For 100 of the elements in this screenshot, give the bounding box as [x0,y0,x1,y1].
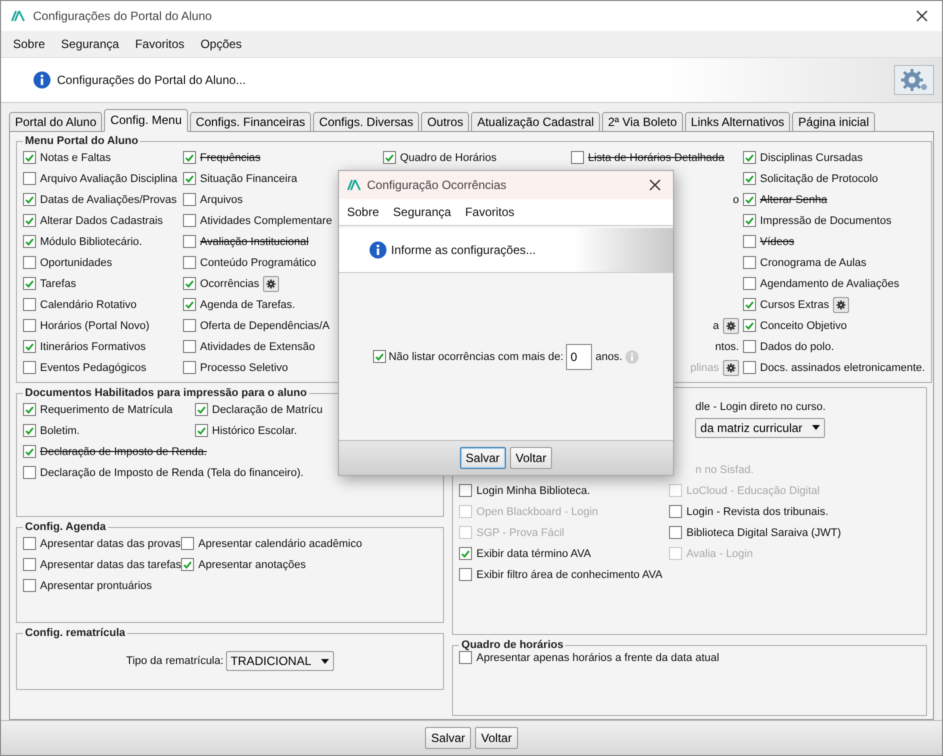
checkbox[interactable] [743,277,756,290]
menu-item[interactable]: Segurança [393,205,452,219]
tab[interactable]: Config. Menu [104,109,188,132]
menu-item[interactable]: Opções [200,37,242,51]
checkbox-label: Alterar Dados Cadastrais [40,214,163,226]
checkbox[interactable] [743,319,756,332]
checkbox-label: Declaração de Imposto de Renda (Tela do financeiro). [40,466,304,478]
close-icon[interactable] [916,10,928,22]
checkbox[interactable] [743,256,756,269]
checkbox[interactable] [183,235,196,248]
tab[interactable]: Página inicial [792,112,875,132]
tab[interactable]: Atualização Cadastral [471,112,600,132]
tab[interactable]: Portal do Aluno [9,112,102,132]
checkbox[interactable] [23,193,36,206]
checkbox[interactable] [183,193,196,206]
checkbox[interactable] [23,256,36,269]
checkbox[interactable] [743,361,756,374]
checkbox-label: Vídeos [760,236,794,248]
menu-item[interactable]: Segurança [61,37,120,51]
checkbox-label: Impressão de Documentos [760,214,892,226]
years-field[interactable]: 0 [566,344,592,370]
checkbox-label: plinas [690,362,719,374]
checkbox[interactable] [183,256,196,269]
checkbox[interactable] [383,151,396,164]
footer-button[interactable]: Voltar [475,727,518,749]
checkbox[interactable] [183,340,196,353]
dialog-button[interactable]: Salvar [460,447,506,469]
checkbox[interactable] [23,319,36,332]
settings-button[interactable] [263,276,280,292]
checkbox[interactable] [183,172,196,185]
tab[interactable]: 2ª Via Boleto [602,112,683,132]
checkbox[interactable] [459,547,472,560]
checkbox[interactable] [23,558,36,571]
checkbox[interactable] [23,466,36,479]
checkbox[interactable] [183,214,196,227]
checkbox[interactable] [669,505,682,518]
tab[interactable]: Configs. Financeiras [190,112,312,132]
checkbox[interactable] [23,298,36,311]
menu-item[interactable]: Favoritos [135,37,184,51]
checkbox-label: Agendamento de Avaliações [760,278,900,290]
menu-item[interactable]: Sobre [347,205,380,219]
checkbox[interactable] [23,403,36,416]
checkbox[interactable] [23,361,36,374]
menu-item[interactable]: Favoritos [465,205,514,219]
checkbox[interactable] [23,579,36,592]
checkbox-label: Exibir filtro área de conhecimento AVA [476,568,662,580]
settings-button[interactable] [723,318,739,334]
checkbox[interactable] [23,424,36,437]
checkbox[interactable] [23,214,36,227]
checkbox[interactable] [181,558,194,571]
checkbox[interactable] [23,537,36,550]
checkbox[interactable] [743,340,756,353]
checkbox[interactable] [183,361,196,374]
checkbox[interactable] [571,151,584,164]
checkbox[interactable] [181,537,194,550]
checkbox[interactable] [459,651,472,664]
group-title: Quadro de horários [460,639,564,651]
checkbox[interactable] [743,151,756,164]
checkbox-label: a [712,320,719,332]
checkbox[interactable] [743,193,756,206]
tab[interactable]: Outros [421,112,470,132]
checkbox[interactable] [743,298,756,311]
tab[interactable]: Links Alternativos [684,112,790,132]
checkbox[interactable] [23,172,36,185]
checkbox[interactable] [23,151,36,164]
checkbox[interactable] [195,424,208,437]
checkbox[interactable] [372,350,386,363]
checkbox[interactable] [23,445,36,458]
checkbox-label: ntos. [715,340,739,352]
checkbox[interactable] [183,319,196,332]
checkbox-label: Declaração de Matrícu [212,404,323,416]
unit-label: anos. [595,350,622,362]
checkbox[interactable] [183,151,196,164]
checkbox[interactable] [183,277,196,290]
checkbox[interactable] [743,172,756,185]
checkbox[interactable] [183,298,196,311]
curriculum-dropdown[interactable]: da matriz curricular [695,418,826,438]
dialog-message: Informe as configurações... [391,243,537,257]
checkbox-label: Open Blackboard - Login [476,506,598,518]
checkbox-label: Tarefas [40,278,76,290]
checkbox[interactable] [743,214,756,227]
checkbox[interactable] [23,235,36,248]
checkbox[interactable] [743,235,756,248]
checkbox[interactable] [195,403,208,416]
type-dropdown[interactable]: TRADICIONAL [226,651,334,671]
tab[interactable]: Configs. Diversas [313,112,420,132]
checkbox-label: Conteúdo Programático [200,256,316,268]
menu-item[interactable]: Sobre [13,37,46,51]
window-title: Configurações do Portal do Aluno [33,9,213,23]
checkbox[interactable] [669,526,682,539]
checkbox-label: Situação Financeira [200,172,298,184]
checkbox[interactable] [23,340,36,353]
checkbox[interactable] [459,484,472,497]
settings-button[interactable] [833,296,850,312]
checkbox[interactable] [23,277,36,290]
checkbox[interactable] [459,568,472,581]
footer-button[interactable]: Salvar [425,727,472,749]
close-icon[interactable] [649,179,661,191]
checkbox-label: Não listar ocorrências com mais de: [388,350,564,362]
dialog-button[interactable]: Voltar [510,447,552,469]
